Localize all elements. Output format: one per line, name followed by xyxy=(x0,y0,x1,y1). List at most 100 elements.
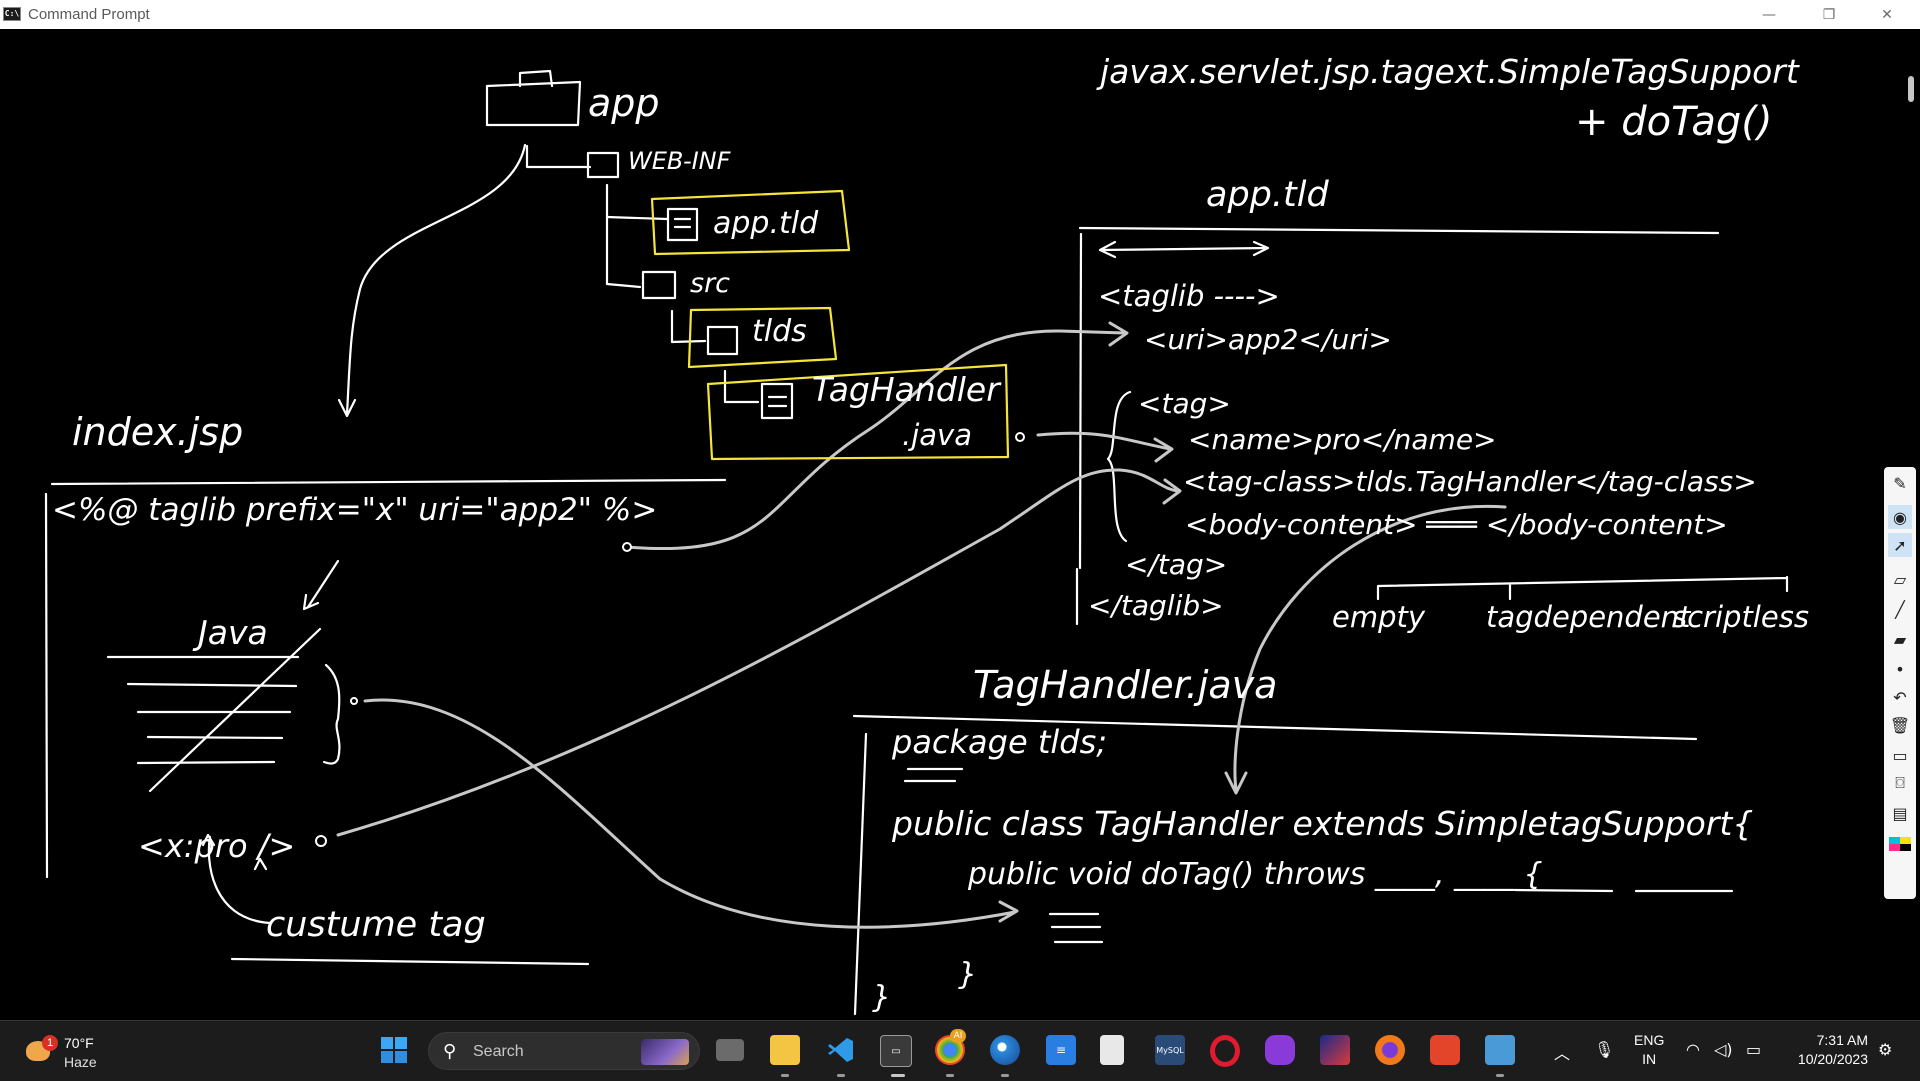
taskbar-search[interactable]: ⚲ Search xyxy=(428,1032,700,1070)
minimize-icon: — xyxy=(1762,6,1776,23)
undo-icon[interactable]: ↶ xyxy=(1888,685,1912,709)
search-placeholder: Search xyxy=(473,1043,524,1060)
tree-branch xyxy=(525,144,592,169)
maximize-button[interactable]: ❐ xyxy=(1806,0,1852,29)
file-explorer-running-indicator xyxy=(781,1074,789,1077)
tlds-folder-icon xyxy=(706,325,739,356)
whiteboard-drawing: app WEB-INF app.tld src tlds TagHandler … xyxy=(44,52,1809,1016)
web-inf-folder-icon xyxy=(586,151,620,179)
notepad-icon[interactable]: ≡ xyxy=(1046,1035,1076,1065)
file-explorer-icon[interactable] xyxy=(770,1035,800,1065)
highlighter-icon[interactable]: ▱ xyxy=(1888,567,1912,591)
body-to-class-connector-arrow xyxy=(1224,504,1507,795)
clock-time: 7:31 AM xyxy=(1816,1032,1868,1048)
scrollbar-thumb[interactable] xyxy=(1908,76,1914,102)
name-connector-arrow xyxy=(1036,431,1174,463)
method-body-lines xyxy=(1048,912,1104,944)
tld-top-border xyxy=(1078,226,1720,235)
microphone-icon[interactable]: 🎙 xyxy=(1594,1040,1614,1059)
weather-widget[interactable]: 1 70°F Haze xyxy=(22,1029,132,1073)
language-indicator[interactable]: ENG IN xyxy=(1634,1031,1664,1069)
window-running-indicator xyxy=(1496,1074,1504,1077)
name-line: <name>pro</name> xyxy=(1188,423,1497,456)
class-declaration-line: public class TagHandler extends Simpleta… xyxy=(891,804,1753,843)
terminal-icon[interactable]: ▭ xyxy=(880,1035,912,1067)
title-bar: C:\ Command Prompt — ❐ ✕ xyxy=(0,0,1920,30)
task-view-icon[interactable] xyxy=(716,1039,744,1061)
dot-icon[interactable]: • xyxy=(1888,657,1912,681)
chrome-running-indicator xyxy=(946,1074,954,1077)
close-icon: ✕ xyxy=(1881,6,1893,23)
terminal-running-indicator xyxy=(891,1074,905,1077)
screen-icon[interactable]: ▭ xyxy=(1888,743,1912,767)
file-icon[interactable] xyxy=(1100,1035,1124,1065)
clock-date: 10/20/2023 xyxy=(1797,1051,1868,1067)
taglib-directive: <%@ taglib prefix="x" uri="app2" %> xyxy=(52,492,657,528)
class-close-brace: } xyxy=(872,980,891,1015)
dotag-method-line: public void doTag() throws ____, ____ { xyxy=(967,857,1543,892)
uri-connector-arrow xyxy=(625,321,1129,550)
language-region: IN xyxy=(1642,1051,1657,1067)
opera-icon[interactable] xyxy=(1210,1035,1240,1067)
photo-icon[interactable] xyxy=(1320,1035,1350,1065)
custom-tag-usage: <x:pro /> xyxy=(138,827,295,865)
taskbar-clock[interactable]: 7:31 AM 10/20/2023 xyxy=(1782,1031,1868,1069)
src-folder-icon xyxy=(641,270,677,300)
palette-icon[interactable] xyxy=(1888,837,1912,863)
taglib-close: </taglib> xyxy=(1088,589,1224,622)
index-jsp-title: index.jsp xyxy=(72,410,243,454)
weather-temperature: 70°F xyxy=(64,1035,94,1051)
chrome-badge: AI xyxy=(950,1029,966,1043)
pointer-icon[interactable]: ➚ xyxy=(1888,533,1912,557)
taghandler-java-title: TagHandler.java xyxy=(973,663,1277,707)
wifi-icon[interactable]: ◠ xyxy=(1686,1040,1700,1059)
taglib-open: <taglib ----> xyxy=(1098,279,1280,313)
tag-class-line: <tag-class>tlds.TagHandler</tag-class> xyxy=(1183,465,1757,498)
tree-to-index-arrow xyxy=(345,143,527,416)
package-lines xyxy=(903,767,964,783)
game-icon[interactable] xyxy=(1265,1035,1295,1065)
show-hidden-icons-chevron-icon[interactable]: ︿ xyxy=(1554,1040,1570,1064)
firefox-icon[interactable] xyxy=(1375,1035,1405,1065)
tree-app-tld-label: app.tld xyxy=(713,206,819,241)
uri-line: <uri>app2</uri> xyxy=(1144,323,1392,356)
close-button[interactable]: ✕ xyxy=(1864,0,1910,29)
tree-taghandler-label: TagHandler xyxy=(812,370,1002,409)
pen-icon[interactable]: ✎ xyxy=(1888,471,1912,495)
eye-icon[interactable]: ◉ xyxy=(1888,505,1912,529)
notification-settings-icon[interactable]: ⚙ xyxy=(1878,1040,1892,1059)
java-label: Java xyxy=(192,613,268,652)
volume-icon[interactable]: ◁) xyxy=(1714,1040,1733,1059)
restore-icon: ❐ xyxy=(1822,6,1836,23)
eraser-icon[interactable]: ▰ xyxy=(1888,627,1912,651)
weather-badge: 1 xyxy=(42,1035,58,1051)
window-title: Command Prompt xyxy=(28,6,150,23)
battery-icon[interactable]: ▭ xyxy=(1746,1040,1761,1059)
camera-icon[interactable]: ⌼ xyxy=(1888,771,1912,795)
window-icon[interactable] xyxy=(1485,1035,1515,1065)
index-left-border xyxy=(44,492,49,879)
weather-condition: Haze xyxy=(64,1054,97,1070)
java-file-icon xyxy=(760,382,794,420)
body-content-line: <body-content> ═══ </body-content> xyxy=(1185,508,1728,541)
trash-icon[interactable]: 🗑 xyxy=(1888,713,1912,737)
custom-tag-caption: custume tag xyxy=(266,905,486,945)
line-icon[interactable]: ╱ xyxy=(1888,597,1912,621)
whiteboard-canvas[interactable]: app WEB-INF app.tld src tlds TagHandler … xyxy=(0,29,1920,1020)
tree-web-inf-label: WEB-INF xyxy=(628,147,732,175)
clipboard-icon[interactable]: ▤ xyxy=(1888,801,1912,825)
body-options-bracket xyxy=(1376,575,1789,601)
custom-tag-underline xyxy=(230,957,590,966)
windows-start-button[interactable] xyxy=(379,1035,409,1065)
java-lines xyxy=(106,655,300,765)
tld-left-border xyxy=(1078,232,1083,570)
vscode-icon[interactable] xyxy=(826,1035,856,1065)
app-red-icon[interactable] xyxy=(1430,1035,1460,1065)
tag-open: <tag> xyxy=(1138,387,1231,420)
minimize-button[interactable]: — xyxy=(1746,0,1792,29)
paint-running-indicator xyxy=(1001,1074,1009,1077)
command-prompt-icon: C:\ xyxy=(3,7,21,21)
tree-branch xyxy=(605,215,669,221)
mysql-icon[interactable]: MySQL xyxy=(1155,1035,1185,1065)
paint-icon[interactable] xyxy=(990,1035,1020,1065)
